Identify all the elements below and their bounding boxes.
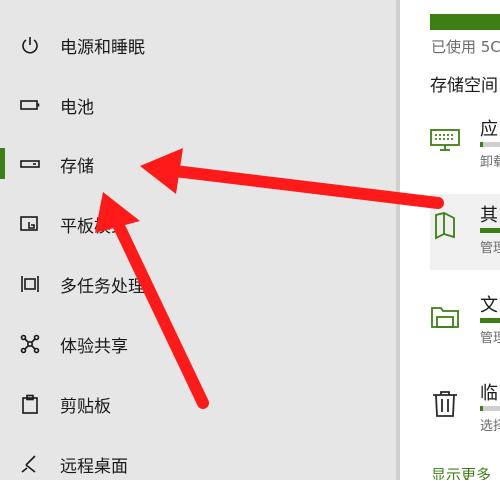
sidebar-item-label: 体验共享 (60, 336, 128, 357)
sidebar-item-battery[interactable]: 电池 (0, 75, 396, 135)
category-name: 临 (480, 383, 498, 404)
category-usage-bar (480, 406, 500, 411)
category-subtext: 管理 (480, 331, 500, 346)
sidebar-item-label: 远程桌面 (60, 456, 128, 477)
category-usage-bar (480, 318, 500, 323)
storage-used-text: 已使用 5C (431, 38, 500, 56)
keyboard-icon (430, 124, 460, 154)
sidebar-item-label: 剪贴板 (60, 396, 111, 417)
power-icon (20, 35, 40, 55)
trash-icon (430, 388, 460, 418)
category-subtext: 选择 (480, 419, 500, 434)
storage-panel: 已使用 5C 存储空间 应 卸载 其 管理 文 管理 临 选择 显示更多 (400, 0, 500, 480)
sidebar-item-remote-desktop[interactable]: 远程桌面 (0, 434, 396, 494)
sidebar-item-label: 平板模式 (60, 216, 128, 237)
show-more-link[interactable]: 显示更多 (431, 464, 491, 480)
storage-heading: 存储空间 (430, 76, 498, 96)
sidebar-item-label: 电源和睡眠 (60, 37, 145, 58)
document-icon (430, 210, 460, 240)
category-usage-fill (480, 406, 483, 411)
category-name: 其 (480, 205, 498, 226)
sidebar-item-label: 多任务处理 (60, 276, 145, 297)
category-usage-fill (480, 142, 483, 147)
settings-sidebar: 电源和睡眠 电池 存储 平板模式 多任务处理 体验共享 剪贴板 远程桌面 (0, 0, 396, 480)
sidebar-item-label: 存储 (60, 156, 94, 177)
folder-icon (430, 300, 460, 330)
storage-usage-bar (430, 14, 500, 30)
sidebar-item-storage[interactable]: 存储 (0, 134, 396, 194)
category-subtext: 卸载 (480, 155, 500, 170)
storage-category-apps[interactable]: 应 卸载 (430, 108, 500, 184)
share-icon (20, 334, 40, 354)
category-name: 文 (480, 295, 498, 316)
multitasking-icon (20, 274, 40, 294)
tablet-mode-icon (20, 214, 40, 234)
clipboard-icon (20, 394, 40, 414)
category-subtext: 管理 (480, 241, 500, 256)
sidebar-item-label: 电池 (60, 97, 94, 118)
storage-icon (20, 154, 40, 174)
sidebar-item-shared-experiences[interactable]: 体验共享 (0, 314, 396, 374)
storage-category-temporary[interactable]: 临 选择 (430, 372, 500, 448)
sidebar-item-clipboard[interactable]: 剪贴板 (0, 374, 396, 434)
category-usage-fill (480, 228, 500, 233)
battery-icon (20, 95, 40, 115)
category-usage-bar (480, 228, 500, 233)
category-usage-bar (480, 142, 500, 147)
remote-desktop-icon (20, 454, 40, 474)
sidebar-item-power-sleep[interactable]: 电源和睡眠 (0, 15, 396, 75)
storage-category-other[interactable]: 其 管理 (430, 194, 500, 270)
storage-category-documents[interactable]: 文 管理 (430, 284, 500, 360)
sidebar-item-tablet-mode[interactable]: 平板模式 (0, 194, 396, 254)
sidebar-item-multitasking[interactable]: 多任务处理 (0, 254, 396, 314)
category-name: 应 (480, 119, 498, 140)
category-usage-fill (480, 318, 500, 323)
